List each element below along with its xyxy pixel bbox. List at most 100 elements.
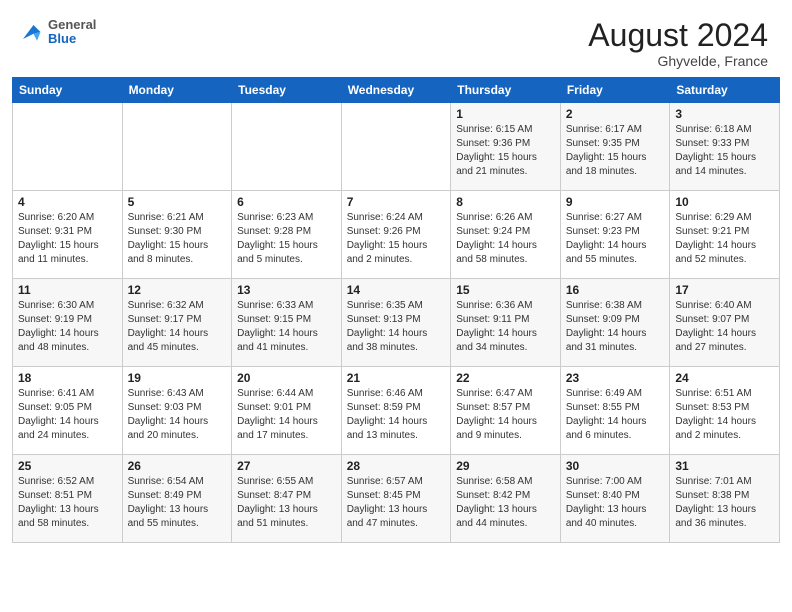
table-cell: 4 Sunrise: 6:20 AMSunset: 9:31 PMDaylight…	[13, 191, 123, 279]
table-cell: 18Sunrise: 6:41 AMSunset: 9:05 PMDayligh…	[13, 367, 123, 455]
table-cell: 27Sunrise: 6:55 AMSunset: 8:47 PMDayligh…	[232, 455, 342, 543]
week-row-0: 1 Sunrise: 6:15 AMSunset: 9:36 PMDaylight…	[13, 103, 780, 191]
day-number: 13	[237, 283, 336, 297]
table-cell: 28Sunrise: 6:57 AMSunset: 8:45 PMDayligh…	[341, 455, 451, 543]
table-cell: 26 Sunrise: 6:54 AMSunset: 8:49 PMDayligh…	[122, 455, 232, 543]
day-number: 31	[675, 459, 774, 473]
day-info: Sunrise: 6:43 AMSunset: 9:03 PMDaylight:…	[128, 387, 227, 443]
day-number: 4	[18, 195, 117, 209]
day-info: Sunrise: 6:51 AMSunset: 8:53 PMDaylight:…	[675, 387, 774, 443]
day-info: Sunrise: 6:30 AMSunset: 9:19 PMDaylight:…	[18, 299, 117, 355]
header-day-friday: Friday	[560, 78, 670, 103]
day-number: 7	[347, 195, 446, 209]
day-info: Sunrise: 6:29 AMSunset: 9:21 PMDaylight:…	[675, 211, 774, 267]
day-info: Sunrise: 6:26 AMSunset: 9:24 PMDaylight:…	[456, 211, 555, 267]
table-cell: 24 Sunrise: 6:51 AMSunset: 8:53 PMDayligh…	[670, 367, 780, 455]
table-cell: 17Sunrise: 6:40 AMSunset: 9:07 PMDayligh…	[670, 279, 780, 367]
header-day-thursday: Thursday	[451, 78, 561, 103]
calendar-body: 1 Sunrise: 6:15 AMSunset: 9:36 PMDaylight…	[13, 103, 780, 543]
day-info: Sunrise: 6:47 AMSunset: 8:57 PMDaylight:…	[456, 387, 555, 443]
table-cell: 2 Sunrise: 6:17 AMSunset: 9:35 PMDaylight…	[560, 103, 670, 191]
day-number: 9	[566, 195, 665, 209]
header-day-sunday: Sunday	[13, 78, 123, 103]
day-info: Sunrise: 7:01 AMSunset: 8:38 PMDaylight:…	[675, 475, 774, 531]
day-info: Sunrise: 6:18 AMSunset: 9:33 PMDaylight:…	[675, 123, 774, 179]
day-number: 26	[128, 459, 227, 473]
table-cell	[13, 103, 123, 191]
day-number: 29	[456, 459, 555, 473]
day-number: 5	[128, 195, 227, 209]
day-info: Sunrise: 6:21 AMSunset: 9:30 PMDaylight:…	[128, 211, 227, 267]
table-cell	[341, 103, 451, 191]
day-info: Sunrise: 6:44 AMSunset: 9:01 PMDaylight:…	[237, 387, 336, 443]
day-info: Sunrise: 6:17 AMSunset: 9:35 PMDaylight:…	[566, 123, 665, 179]
table-cell: 30Sunrise: 7:00 AMSunset: 8:40 PMDayligh…	[560, 455, 670, 543]
day-info: Sunrise: 6:57 AMSunset: 8:45 PMDaylight:…	[347, 475, 446, 531]
table-cell: 20 Sunrise: 6:44 AMSunset: 9:01 PMDayligh…	[232, 367, 342, 455]
table-cell: 9 Sunrise: 6:27 AMSunset: 9:23 PMDaylight…	[560, 191, 670, 279]
day-number: 22	[456, 371, 555, 385]
table-cell: 14Sunrise: 6:35 AMSunset: 9:13 PMDayligh…	[341, 279, 451, 367]
week-row-3: 18Sunrise: 6:41 AMSunset: 9:05 PMDayligh…	[13, 367, 780, 455]
day-number: 1	[456, 107, 555, 121]
day-number: 17	[675, 283, 774, 297]
day-number: 6	[237, 195, 336, 209]
day-info: Sunrise: 6:52 AMSunset: 8:51 PMDaylight:…	[18, 475, 117, 531]
day-number: 3	[675, 107, 774, 121]
table-cell: 15Sunrise: 6:36 AMSunset: 9:11 PMDayligh…	[451, 279, 561, 367]
table-cell: 21 Sunrise: 6:46 AMSunset: 8:59 PMDayligh…	[341, 367, 451, 455]
day-info: Sunrise: 6:20 AMSunset: 9:31 PMDaylight:…	[18, 211, 117, 267]
day-number: 2	[566, 107, 665, 121]
day-number: 12	[128, 283, 227, 297]
day-number: 21	[347, 371, 446, 385]
day-info: Sunrise: 6:38 AMSunset: 9:09 PMDaylight:…	[566, 299, 665, 355]
day-info: Sunrise: 6:15 AMSunset: 9:36 PMDaylight:…	[456, 123, 555, 179]
table-cell: 11 Sunrise: 6:30 AMSunset: 9:19 PMDayligh…	[13, 279, 123, 367]
day-info: Sunrise: 6:33 AMSunset: 9:15 PMDaylight:…	[237, 299, 336, 355]
day-number: 11	[18, 283, 117, 297]
table-cell: 23Sunrise: 6:49 AMSunset: 8:55 PMDayligh…	[560, 367, 670, 455]
table-cell: 8 Sunrise: 6:26 AMSunset: 9:24 PMDaylight…	[451, 191, 561, 279]
month-title: August 2024	[588, 18, 768, 53]
calendar-header: SundayMondayTuesdayWednesdayThursdayFrid…	[13, 78, 780, 103]
logo-icon	[16, 18, 44, 46]
day-info: Sunrise: 6:23 AMSunset: 9:28 PMDaylight:…	[237, 211, 336, 267]
week-row-4: 25 Sunrise: 6:52 AMSunset: 8:51 PMDayligh…	[13, 455, 780, 543]
header-right: August 2024 Ghyvelde, France	[588, 18, 768, 69]
day-info: Sunrise: 6:54 AMSunset: 8:49 PMDaylight:…	[128, 475, 227, 531]
table-cell: 1 Sunrise: 6:15 AMSunset: 9:36 PMDaylight…	[451, 103, 561, 191]
day-number: 20	[237, 371, 336, 385]
table-cell: 5 Sunrise: 6:21 AMSunset: 9:30 PMDaylight…	[122, 191, 232, 279]
day-info: Sunrise: 6:32 AMSunset: 9:17 PMDaylight:…	[128, 299, 227, 355]
header: General Blue August 2024 Ghyvelde, Franc…	[0, 0, 792, 77]
day-number: 14	[347, 283, 446, 297]
day-number: 8	[456, 195, 555, 209]
table-cell: 10Sunrise: 6:29 AMSunset: 9:21 PMDayligh…	[670, 191, 780, 279]
day-number: 18	[18, 371, 117, 385]
table-cell	[122, 103, 232, 191]
header-row: SundayMondayTuesdayWednesdayThursdayFrid…	[13, 78, 780, 103]
day-number: 19	[128, 371, 227, 385]
table-cell: 31 Sunrise: 7:01 AMSunset: 8:38 PMDayligh…	[670, 455, 780, 543]
day-info: Sunrise: 6:55 AMSunset: 8:47 PMDaylight:…	[237, 475, 336, 531]
day-info: Sunrise: 6:58 AMSunset: 8:42 PMDaylight:…	[456, 475, 555, 531]
day-number: 30	[566, 459, 665, 473]
day-number: 16	[566, 283, 665, 297]
day-number: 25	[18, 459, 117, 473]
table-cell: 22 Sunrise: 6:47 AMSunset: 8:57 PMDayligh…	[451, 367, 561, 455]
day-info: Sunrise: 6:27 AMSunset: 9:23 PMDaylight:…	[566, 211, 665, 267]
header-day-wednesday: Wednesday	[341, 78, 451, 103]
day-number: 23	[566, 371, 665, 385]
day-number: 24	[675, 371, 774, 385]
day-info: Sunrise: 6:46 AMSunset: 8:59 PMDaylight:…	[347, 387, 446, 443]
table-cell: 29 Sunrise: 6:58 AMSunset: 8:42 PMDayligh…	[451, 455, 561, 543]
table-cell: 7 Sunrise: 6:24 AMSunset: 9:26 PMDaylight…	[341, 191, 451, 279]
day-number: 15	[456, 283, 555, 297]
table-cell: 16 Sunrise: 6:38 AMSunset: 9:09 PMDayligh…	[560, 279, 670, 367]
header-day-saturday: Saturday	[670, 78, 780, 103]
day-info: Sunrise: 6:24 AMSunset: 9:26 PMDaylight:…	[347, 211, 446, 267]
table-cell: 25 Sunrise: 6:52 AMSunset: 8:51 PMDayligh…	[13, 455, 123, 543]
location: Ghyvelde, France	[588, 53, 768, 69]
week-row-1: 4 Sunrise: 6:20 AMSunset: 9:31 PMDaylight…	[13, 191, 780, 279]
logo-general-text: General	[48, 18, 96, 32]
